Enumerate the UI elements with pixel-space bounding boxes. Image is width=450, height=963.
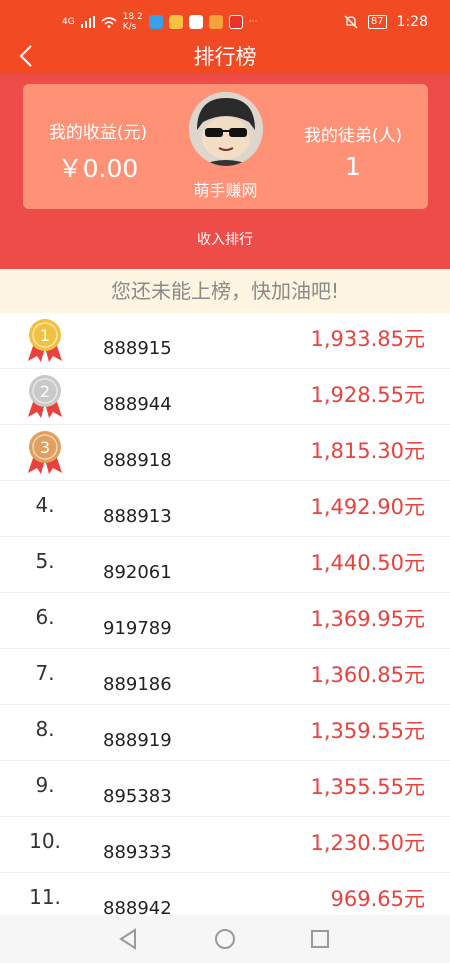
income-amount: 1,928.55元 xyxy=(310,383,425,407)
income-amount: 1,440.50元 xyxy=(310,551,425,575)
silver-medal-icon: 2 xyxy=(28,375,62,418)
home-circle-icon[interactable] xyxy=(211,925,239,953)
network-type: 4G xyxy=(62,17,75,27)
earnings-label: 我的收益(元) xyxy=(48,123,148,143)
table-row[interactable]: 5. 892061 1,440.50元 xyxy=(0,537,450,593)
nav-bar: 排行榜 xyxy=(0,38,450,74)
speed-indicator: 18.2 K/s xyxy=(122,12,143,32)
rank-number: 6. xyxy=(35,605,55,629)
user-id: 895383 xyxy=(103,786,172,807)
income-amount: 1,360.85元 xyxy=(310,663,425,687)
user-id: 892061 xyxy=(103,562,172,583)
table-row[interactable]: 3 888918 1,815.30元 xyxy=(0,425,450,481)
avatar-image xyxy=(189,92,263,166)
earnings-stat: 我的收益(元) ￥0.00 xyxy=(23,118,173,185)
disciples-value: 1 xyxy=(345,152,361,181)
table-row[interactable]: 2 888944 1,928.55元 xyxy=(0,369,450,425)
more-notifications-icon: ··· xyxy=(248,17,258,27)
table-row[interactable]: 8. 888919 1,359.55元 xyxy=(0,705,450,761)
rank-number: 9. xyxy=(35,773,55,797)
recents-square-icon[interactable] xyxy=(306,925,334,953)
app-notification-icon xyxy=(228,15,243,29)
medal-number: 1 xyxy=(40,326,50,345)
medal-number: 3 xyxy=(40,438,50,457)
user-id: 888918 xyxy=(103,450,172,471)
user-id: 919789 xyxy=(103,618,172,639)
battery-icon: 87 xyxy=(367,15,387,29)
back-triangle-icon[interactable] xyxy=(115,925,143,953)
app-notification-icon xyxy=(148,15,163,29)
user-id: 889186 xyxy=(103,674,172,695)
income-amount: 1,492.90元 xyxy=(310,495,425,519)
table-row[interactable]: 7. 889186 1,360.85元 xyxy=(0,649,450,705)
rank-number: 10. xyxy=(29,829,61,853)
rank-number: 8. xyxy=(35,717,55,741)
user-id: 888919 xyxy=(103,730,172,751)
user-id: 888915 xyxy=(103,338,172,359)
tab-income-ranking[interactable]: 收入排行 xyxy=(0,229,450,249)
disciples-label: 我的徒弟(人) xyxy=(303,126,403,146)
disciples-stat: 我的徒弟(人) 1 xyxy=(278,121,428,181)
table-row[interactable]: 9. 895383 1,355.55元 xyxy=(0,761,450,817)
summary-section: 我的收益(元) ￥0.00 萌手赚网 我的徒弟(人) 1 收入排行 xyxy=(0,74,450,269)
status-left: 4G 18.2 K/s ··· xyxy=(62,12,257,32)
table-row[interactable]: 1 888915 1,933.85元 xyxy=(0,313,450,369)
ranking-list: 1 888915 1,933.85元 2 888944 1,928.55元 3 888918 1… xyxy=(0,313,450,929)
income-amount: 1,933.85元 xyxy=(310,327,425,351)
avatar[interactable] xyxy=(189,92,263,166)
medal-number: 2 xyxy=(40,382,50,401)
income-amount: 1,230.50元 xyxy=(310,831,425,855)
income-amount: 1,355.55元 xyxy=(310,775,425,799)
user-id: 888944 xyxy=(103,394,172,415)
status-right: 87 1:28 xyxy=(344,14,428,30)
rank-number: 5. xyxy=(35,549,55,573)
income-amount: 1,359.55元 xyxy=(310,719,425,743)
table-row[interactable]: 10. 889333 1,230.50元 xyxy=(0,817,450,873)
user-id: 888913 xyxy=(103,506,172,527)
summary-card: 我的收益(元) ￥0.00 萌手赚网 我的徒弟(人) 1 xyxy=(23,84,428,209)
mute-icon xyxy=(344,15,358,29)
income-amount: 969.65元 xyxy=(330,887,425,911)
app-notification-icon xyxy=(188,15,203,29)
system-nav-bar xyxy=(0,915,450,963)
page-title: 排行榜 xyxy=(193,45,257,69)
app-notification-icon xyxy=(168,15,183,29)
rank-number: 7. xyxy=(35,661,55,685)
income-amount: 1,815.30元 xyxy=(310,439,425,463)
status-bar: 4G 18.2 K/s ··· 87 1:28 xyxy=(0,0,450,38)
ranking-notice: 您还未能上榜，快加油吧! xyxy=(0,269,450,313)
signal-icon xyxy=(80,16,95,28)
gold-medal-icon: 1 xyxy=(28,319,62,362)
income-amount: 1,369.95元 xyxy=(310,607,425,631)
table-row[interactable]: 4. 888913 1,492.90元 xyxy=(0,481,450,537)
clock: 1:28 xyxy=(396,14,428,30)
wifi-icon xyxy=(101,17,117,28)
rank-number: 11. xyxy=(29,885,61,909)
app-notification-icon xyxy=(208,15,223,29)
table-row[interactable]: 6. 919789 1,369.95元 xyxy=(0,593,450,649)
bronze-medal-icon: 3 xyxy=(28,431,62,474)
rank-number: 4. xyxy=(35,493,55,517)
user-id: 889333 xyxy=(103,842,172,863)
